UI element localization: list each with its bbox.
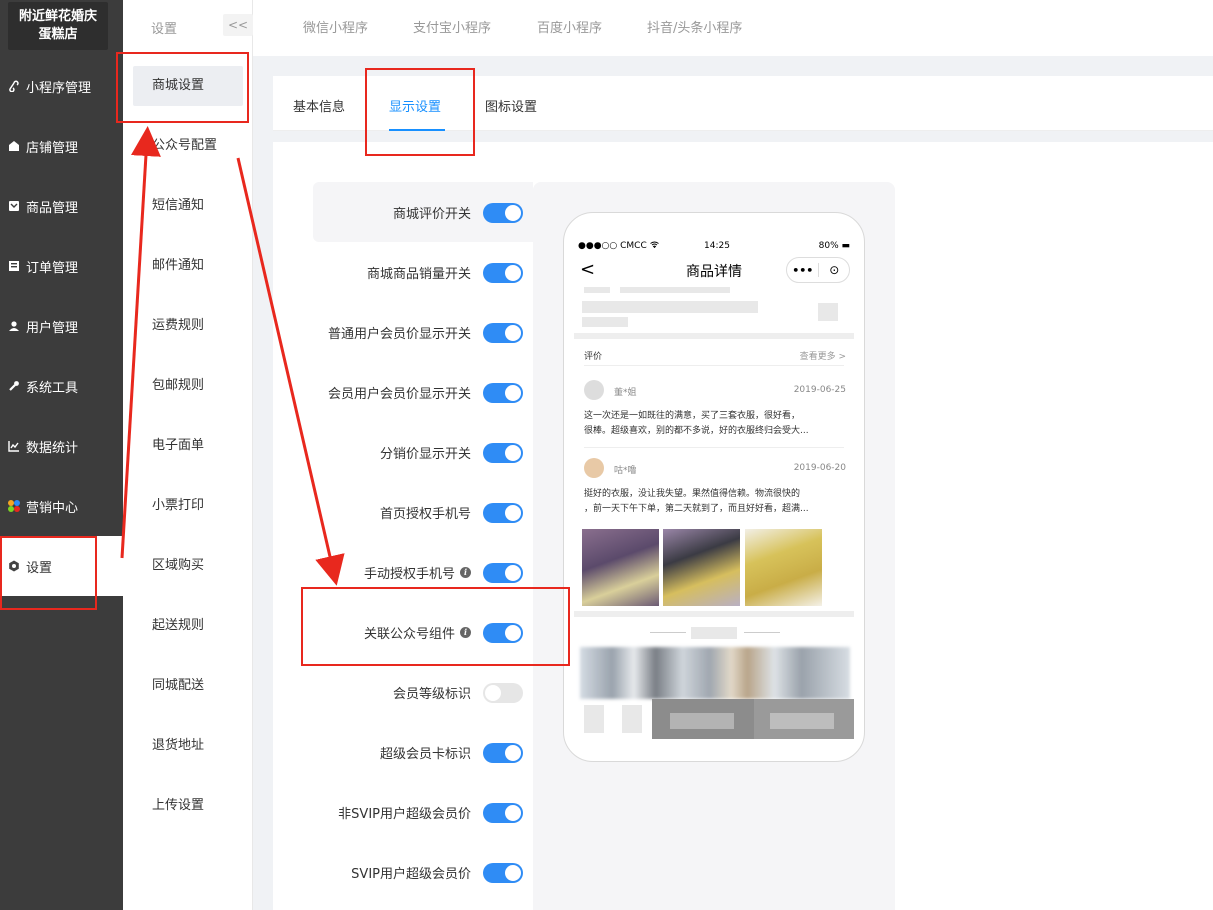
annotation-arrows	[120, 126, 345, 586]
annotation-arrow	[120, 126, 161, 559]
annotation-arrow	[236, 157, 345, 586]
